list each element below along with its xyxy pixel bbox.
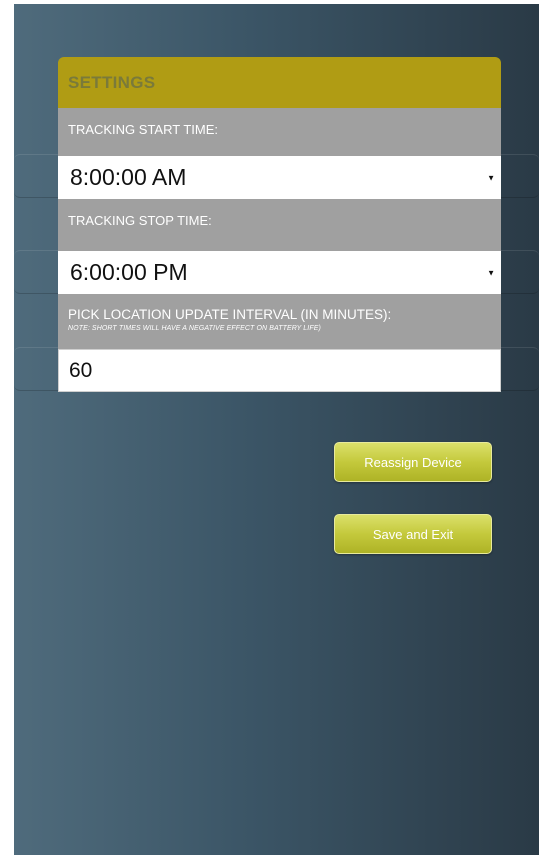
reassign-device-label: Reassign Device — [364, 454, 462, 470]
interval-label-section: PICK LOCATION UPDATE INTERVAL (IN MINUTE… — [58, 294, 501, 349]
caret-down-icon: ▼ — [487, 173, 495, 182]
app-screen: SETTINGS TRACKING START TIME: 8:00:00 AM… — [14, 4, 539, 855]
stop-time-select[interactable]: 6:00:00 PM ▼ — [58, 251, 501, 294]
save-and-exit-label: Save and Exit — [372, 526, 454, 542]
start-time-label: TRACKING START TIME: — [68, 122, 219, 137]
interval-value: 60 — [69, 358, 93, 382]
settings-header: SETTINGS — [58, 57, 501, 108]
save-and-exit-button[interactable]: Save and Exit — [334, 514, 492, 554]
interval-label: PICK LOCATION UPDATE INTERVAL (IN MINUTE… — [68, 307, 392, 322]
stop-time-label-section: TRACKING STOP TIME: — [58, 199, 501, 251]
caret-down-icon: ▼ — [487, 268, 495, 277]
start-time-value: 8:00:00 AM — [70, 164, 187, 190]
reassign-device-button[interactable]: Reassign Device — [334, 442, 492, 482]
settings-title: SETTINGS — [68, 72, 156, 92]
settings-panel: SETTINGS TRACKING START TIME: 8:00:00 AM… — [58, 57, 501, 392]
stop-time-value: 6:00:00 PM — [70, 259, 188, 285]
stop-time-label: TRACKING STOP TIME: — [68, 213, 212, 228]
start-time-label-section: TRACKING START TIME: — [58, 108, 501, 156]
start-time-select[interactable]: 8:00:00 AM ▼ — [58, 156, 501, 199]
interval-note: NOTE: SHORT TIMES WILL HAVE A NEGATIVE E… — [68, 325, 321, 332]
interval-input[interactable]: 60 — [58, 349, 501, 392]
